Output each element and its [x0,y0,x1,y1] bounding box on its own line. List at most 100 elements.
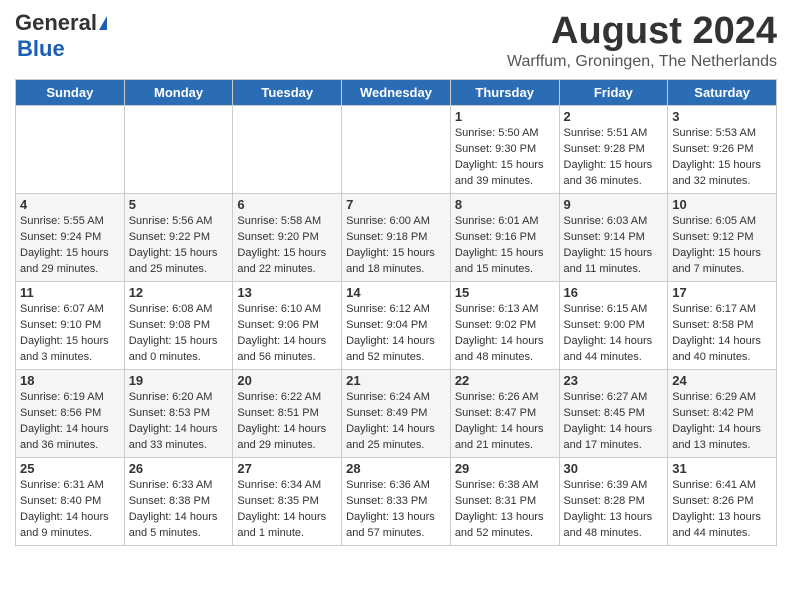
day-info: Sunrise: 6:05 AMSunset: 9:12 PMDaylight:… [672,214,772,278]
day-number: 14 [346,285,446,300]
header-wednesday: Wednesday [342,80,451,106]
calendar-cell: 15Sunrise: 6:13 AMSunset: 9:02 PMDayligh… [450,282,559,370]
day-number: 7 [346,197,446,212]
calendar-cell: 5 Sunrise: 5:56 AMSunset: 9:22 PMDaylight… [124,194,233,282]
calendar-cell: 23 Sunrise: 6:27 AMSunset: 8:45 PMDayligh… [559,370,668,458]
calendar-cell: 9Sunrise: 6:03 AMSunset: 9:14 PMDaylight… [559,194,668,282]
weekday-header-row: Sunday Monday Tuesday Wednesday Thursday… [16,80,777,106]
day-number: 15 [455,285,555,300]
calendar-body: 1 Sunrise: 5:50 AMSunset: 9:30 PMDaylight… [16,106,777,546]
day-info: Sunrise: 6:26 AMSunset: 8:47 PMDaylight:… [455,390,555,454]
calendar-cell: 11 Sunrise: 6:07 AMSunset: 9:10 PMDayligh… [16,282,125,370]
calendar-cell: 21Sunrise: 6:24 AMSunset: 8:49 PMDayligh… [342,370,451,458]
day-number: 5 [129,197,229,212]
day-info: Sunrise: 6:03 AMSunset: 9:14 PMDaylight:… [564,214,664,278]
day-info: Sunrise: 6:01 AMSunset: 9:16 PMDaylight:… [455,214,555,278]
calendar-cell: 3Sunrise: 5:53 AMSunset: 9:26 PMDaylight… [668,106,777,194]
calendar-cell: 26 Sunrise: 6:33 AMSunset: 8:38 PMDayligh… [124,458,233,546]
calendar-cell: 29Sunrise: 6:38 AMSunset: 8:31 PMDayligh… [450,458,559,546]
day-number: 1 [455,109,555,124]
calendar-cell: 31 Sunrise: 6:41 AMSunset: 8:26 PMDayligh… [668,458,777,546]
day-number: 30 [564,461,664,476]
day-info: Sunrise: 6:36 AMSunset: 8:33 PMDaylight:… [346,478,446,542]
calendar-cell: 16Sunrise: 6:15 AMSunset: 9:00 PMDayligh… [559,282,668,370]
day-info: Sunrise: 6:31 AMSunset: 8:40 PMDaylight:… [20,478,120,542]
calendar-cell: 1 Sunrise: 5:50 AMSunset: 9:30 PMDaylight… [450,106,559,194]
calendar-cell [16,106,125,194]
day-info: Sunrise: 6:10 AMSunset: 9:06 PMDaylight:… [237,302,337,366]
day-info: Sunrise: 6:38 AMSunset: 8:31 PMDaylight:… [455,478,555,542]
day-info: Sunrise: 6:33 AMSunset: 8:38 PMDaylight:… [129,478,229,542]
day-number: 6 [237,197,337,212]
day-info: Sunrise: 6:41 AMSunset: 8:26 PMDaylight:… [672,478,772,542]
calendar-cell: 22 Sunrise: 6:26 AMSunset: 8:47 PMDayligh… [450,370,559,458]
month-title: August 2024 [507,10,777,53]
day-number: 19 [129,373,229,388]
day-number: 16 [564,285,664,300]
calendar-cell: 8 Sunrise: 6:01 AMSunset: 9:16 PMDaylight… [450,194,559,282]
logo-general-text: General [15,10,97,36]
day-info: Sunrise: 6:29 AMSunset: 8:42 PMDaylight:… [672,390,772,454]
header-monday: Monday [124,80,233,106]
calendar: Sunday Monday Tuesday Wednesday Thursday… [15,79,777,546]
day-info: Sunrise: 5:51 AMSunset: 9:28 PMDaylight:… [564,126,664,190]
day-info: Sunrise: 6:20 AMSunset: 8:53 PMDaylight:… [129,390,229,454]
day-number: 8 [455,197,555,212]
calendar-week-row: 4Sunrise: 5:55 AMSunset: 9:24 PMDaylight… [16,194,777,282]
logo: General Blue [15,10,107,62]
calendar-cell: 12 Sunrise: 6:08 AMSunset: 9:08 PMDayligh… [124,282,233,370]
page: General Blue August 2024 Warffum, Gronin… [0,0,792,556]
calendar-cell: 25 Sunrise: 6:31 AMSunset: 8:40 PMDayligh… [16,458,125,546]
day-number: 12 [129,285,229,300]
calendar-cell: 18Sunrise: 6:19 AMSunset: 8:56 PMDayligh… [16,370,125,458]
day-number: 23 [564,373,664,388]
calendar-cell: 7Sunrise: 6:00 AMSunset: 9:18 PMDaylight… [342,194,451,282]
header-tuesday: Tuesday [233,80,342,106]
day-info: Sunrise: 6:07 AMSunset: 9:10 PMDaylight:… [20,302,120,366]
calendar-cell: 13 Sunrise: 6:10 AMSunset: 9:06 PMDayligh… [233,282,342,370]
day-number: 11 [20,285,120,300]
day-number: 13 [237,285,337,300]
calendar-cell: 19 Sunrise: 6:20 AMSunset: 8:53 PMDayligh… [124,370,233,458]
header: General Blue August 2024 Warffum, Gronin… [15,10,777,71]
day-number: 17 [672,285,772,300]
calendar-cell [124,106,233,194]
title-section: August 2024 Warffum, Groningen, The Neth… [507,10,777,71]
day-info: Sunrise: 5:58 AMSunset: 9:20 PMDaylight:… [237,214,337,278]
location: Warffum, Groningen, The Netherlands [507,53,777,71]
day-info: Sunrise: 5:53 AMSunset: 9:26 PMDaylight:… [672,126,772,190]
calendar-cell: 17 Sunrise: 6:17 AMSunset: 8:58 PMDayligh… [668,282,777,370]
day-number: 2 [564,109,664,124]
calendar-cell: 10Sunrise: 6:05 AMSunset: 9:12 PMDayligh… [668,194,777,282]
day-number: 24 [672,373,772,388]
day-number: 31 [672,461,772,476]
logo-triangle-icon [99,16,107,30]
day-number: 21 [346,373,446,388]
day-number: 18 [20,373,120,388]
day-number: 27 [237,461,337,476]
header-friday: Friday [559,80,668,106]
day-number: 28 [346,461,446,476]
day-info: Sunrise: 5:56 AMSunset: 9:22 PMDaylight:… [129,214,229,278]
calendar-week-row: 25 Sunrise: 6:31 AMSunset: 8:40 PMDayligh… [16,458,777,546]
calendar-week-row: 1 Sunrise: 5:50 AMSunset: 9:30 PMDaylight… [16,106,777,194]
day-info: Sunrise: 6:22 AMSunset: 8:51 PMDaylight:… [237,390,337,454]
calendar-cell: 24 Sunrise: 6:29 AMSunset: 8:42 PMDayligh… [668,370,777,458]
day-number: 25 [20,461,120,476]
header-thursday: Thursday [450,80,559,106]
day-number: 20 [237,373,337,388]
day-info: Sunrise: 6:08 AMSunset: 9:08 PMDaylight:… [129,302,229,366]
day-info: Sunrise: 5:50 AMSunset: 9:30 PMDaylight:… [455,126,555,190]
calendar-cell: 4Sunrise: 5:55 AMSunset: 9:24 PMDaylight… [16,194,125,282]
day-info: Sunrise: 6:12 AMSunset: 9:04 PMDaylight:… [346,302,446,366]
day-info: Sunrise: 6:17 AMSunset: 8:58 PMDaylight:… [672,302,772,366]
calendar-cell: 6 Sunrise: 5:58 AMSunset: 9:20 PMDaylight… [233,194,342,282]
day-number: 26 [129,461,229,476]
calendar-cell: 20 Sunrise: 6:22 AMSunset: 8:51 PMDayligh… [233,370,342,458]
day-number: 4 [20,197,120,212]
day-number: 22 [455,373,555,388]
calendar-cell [233,106,342,194]
day-info: Sunrise: 6:27 AMSunset: 8:45 PMDaylight:… [564,390,664,454]
day-info: Sunrise: 6:34 AMSunset: 8:35 PMDaylight:… [237,478,337,542]
calendar-cell: 14 Sunrise: 6:12 AMSunset: 9:04 PMDayligh… [342,282,451,370]
